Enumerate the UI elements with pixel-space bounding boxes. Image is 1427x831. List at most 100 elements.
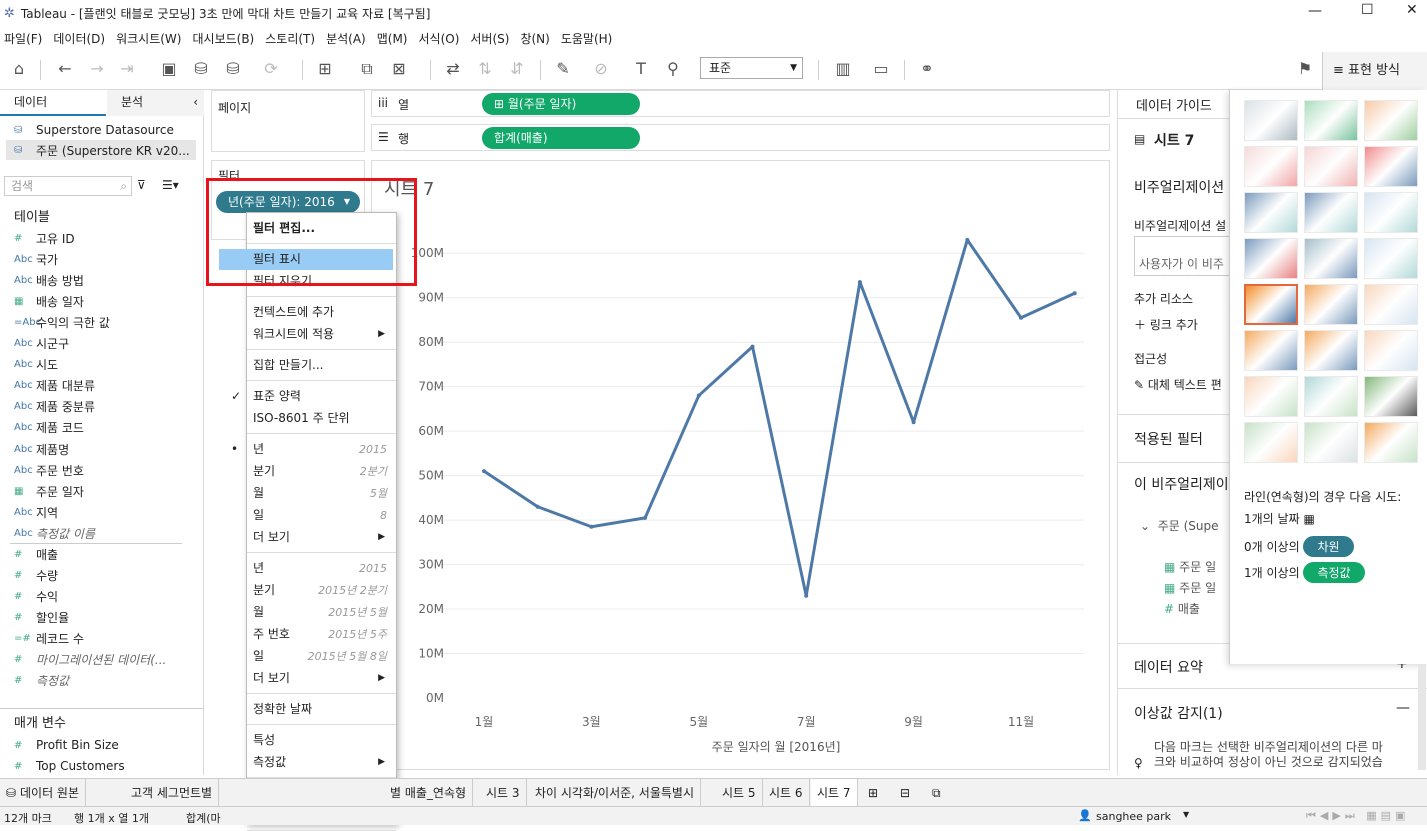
view-options-icon[interactable]: ☰▾	[162, 178, 179, 192]
field-item[interactable]: Abc 측정값 이름	[14, 523, 95, 543]
chart-type-thumbnail[interactable]	[1364, 100, 1418, 141]
presentation-icon[interactable]: ▭	[870, 58, 892, 80]
sheet-tab[interactable]: 고객 세그먼트별	[125, 779, 220, 807]
chart-type-thumbnail[interactable]	[1364, 376, 1418, 417]
chart-type-thumbnail[interactable]	[1304, 330, 1358, 371]
data-point[interactable]	[482, 469, 486, 474]
chart-type-thumbnail[interactable]	[1244, 146, 1298, 187]
context-menu-item[interactable]: 일8	[251, 505, 393, 526]
context-menu-item[interactable]: 컨텍스트에 추가	[251, 302, 393, 323]
rows-pill[interactable]: 합계(매출)	[482, 127, 640, 149]
maximize-button[interactable]: ☐	[1361, 2, 1374, 18]
field-item[interactable]: =Abc 수익의 극한 값	[14, 312, 110, 332]
context-menu-item[interactable]: ✓ 표준 양력	[231, 386, 393, 407]
field-item[interactable]: # 마이그레이션된 데이터(...	[14, 650, 166, 670]
save-icon[interactable]: ▣	[158, 58, 180, 80]
series-line[interactable]	[483, 238, 1076, 598]
viz-description-input[interactable]: 사용자가 이 비주 이 되는 설명을 입	[1134, 236, 1244, 276]
datasource-item[interactable]: ⛁ Superstore Datasource	[14, 120, 174, 140]
new-dashboard-icon[interactable]: ⊟	[894, 779, 916, 807]
context-menu-item[interactable]: 일 2015년 5월 8일	[251, 646, 393, 667]
guide-applied-filters[interactable]: 적용된 필터	[1134, 429, 1203, 449]
menu-item[interactable]: 분석(A)	[322, 30, 373, 47]
share-icon[interactable]: ⚭	[916, 58, 938, 80]
duplicate-sheet-icon[interactable]: ⧉	[356, 58, 378, 80]
menu-item[interactable]: 워크시트(W)	[112, 30, 188, 47]
field-item[interactable]: Abc 제품 코드	[14, 418, 84, 438]
guide-data-summary[interactable]: 데이터 요약	[1134, 657, 1203, 677]
context-menu-item[interactable]: 더 보기 ▶	[251, 668, 393, 689]
columns-shelf[interactable]: iii 열 ⊞ 월(주문 일자)	[371, 90, 1110, 117]
redo-icon[interactable]: →	[86, 58, 108, 80]
chart-type-thumbnail[interactable]	[1244, 192, 1298, 233]
sort-asc-icon[interactable]: ⇅	[474, 58, 496, 80]
data-point[interactable]	[965, 237, 970, 242]
chart-type-thumbnail[interactable]	[1244, 238, 1298, 279]
clear-sheet-icon[interactable]: ⊠	[388, 58, 410, 80]
data-point[interactable]	[589, 524, 594, 529]
guide-outlier-heading[interactable]: 이상값 감지(1)	[1134, 703, 1223, 723]
highlight-icon[interactable]: ✎	[552, 58, 574, 80]
undo-icon[interactable]: ←	[54, 58, 76, 80]
menu-item[interactable]: 도움말(H)	[557, 30, 620, 47]
data-point[interactable]	[643, 515, 648, 520]
context-menu-item[interactable]: 더 보기 ▶	[251, 527, 393, 548]
sheet-tab[interactable]: 시트 5	[716, 779, 763, 807]
tab-analysis[interactable]: 분석 ‹	[107, 90, 204, 116]
search-input[interactable]: 검색 ⌕	[4, 176, 132, 196]
pause-updates-icon[interactable]: ⛁	[222, 58, 244, 80]
data-point[interactable]	[1019, 315, 1023, 320]
context-menu-item[interactable]: • 년 2015	[231, 439, 393, 460]
chart-type-thumbnail[interactable]	[1364, 192, 1418, 233]
menu-item[interactable]: 스토리(T)	[261, 30, 322, 47]
field-item[interactable]: # 수익	[14, 586, 58, 606]
fit-select[interactable]: 표준 ▼	[700, 57, 803, 79]
sheet-tab[interactable]: 별 매출_연속형	[384, 779, 474, 807]
data-point[interactable]	[1072, 291, 1077, 296]
sheet-nav-icons[interactable]: ⏮◀▶⏭ ▦▤▣	[1306, 809, 1409, 823]
chart-type-thumbnail[interactable]	[1304, 100, 1358, 141]
field-item[interactable]: # 측정값	[14, 671, 69, 691]
field-item[interactable]: =# 레코드 수	[14, 628, 84, 648]
sheet-tab[interactable]: 시트 3	[480, 779, 527, 807]
context-menu-item[interactable]: 주 번호 2015년 5주	[251, 624, 393, 645]
field-item[interactable]: # 고유 ID	[14, 228, 75, 248]
chart-type-thumbnail[interactable]	[1304, 146, 1358, 187]
context-menu-item[interactable]: 워크시트에 적용 ▶	[251, 324, 393, 345]
chart-type-thumbnail[interactable]	[1304, 422, 1358, 463]
replay-icon[interactable]: ⇥	[116, 58, 138, 80]
data-point[interactable]	[535, 504, 540, 509]
chart-type-thumbnail[interactable]	[1364, 238, 1418, 279]
context-menu-item[interactable]: 측정값 ▶	[251, 752, 393, 773]
datasource-item-active[interactable]: ⛁ 주문 (Superstore KR v20...	[6, 140, 196, 160]
labels-icon[interactable]: T	[630, 58, 652, 80]
context-menu-item[interactable]: 분기 2분기	[251, 461, 393, 482]
data-point[interactable]	[911, 420, 916, 425]
show-me-button[interactable]: ≡ 표현 방식	[1322, 52, 1427, 90]
tab-data[interactable]: 데이터	[0, 90, 106, 116]
context-menu-item[interactable]: 특성	[251, 730, 393, 751]
field-item[interactable]: # 수량	[14, 565, 58, 585]
group-icon[interactable]: ⊘	[590, 58, 612, 80]
pin-toolbar-icon[interactable]: ⚑	[1294, 58, 1316, 80]
show-cards-icon[interactable]: ▥	[832, 58, 854, 80]
field-item[interactable]: Abc 제품명	[14, 439, 69, 459]
field-item[interactable]: Abc 시군구	[14, 334, 69, 354]
chart-type-thumbnail[interactable]	[1244, 100, 1298, 141]
chart-type-thumbnail[interactable]	[1304, 238, 1358, 279]
chart-type-thumbnail[interactable]	[1304, 284, 1358, 325]
chart-type-thumbnail[interactable]	[1304, 376, 1358, 417]
menu-item[interactable]: 서식(O)	[415, 30, 467, 47]
pin-icon[interactable]: ⚲	[662, 58, 684, 80]
close-button[interactable]: ✕	[1406, 2, 1418, 18]
alt-text-button[interactable]: ✎ 대체 텍스트 편	[1134, 376, 1222, 393]
menu-item[interactable]: 데이터(D)	[49, 30, 112, 47]
sheet-tab[interactable]: 시트 6	[763, 779, 810, 807]
param-item[interactable]: # Top Customers	[14, 756, 125, 776]
context-menu-item[interactable]: 정확한 날짜	[251, 699, 393, 720]
status-user[interactable]: sanghee park	[1096, 810, 1171, 823]
context-menu-item[interactable]: 월 5월	[251, 483, 393, 504]
new-story-icon[interactable]: ⧉	[926, 779, 947, 807]
chart-type-thumbnail[interactable]	[1244, 422, 1298, 463]
context-menu-item[interactable]: 월 2015년 5월	[251, 602, 393, 623]
